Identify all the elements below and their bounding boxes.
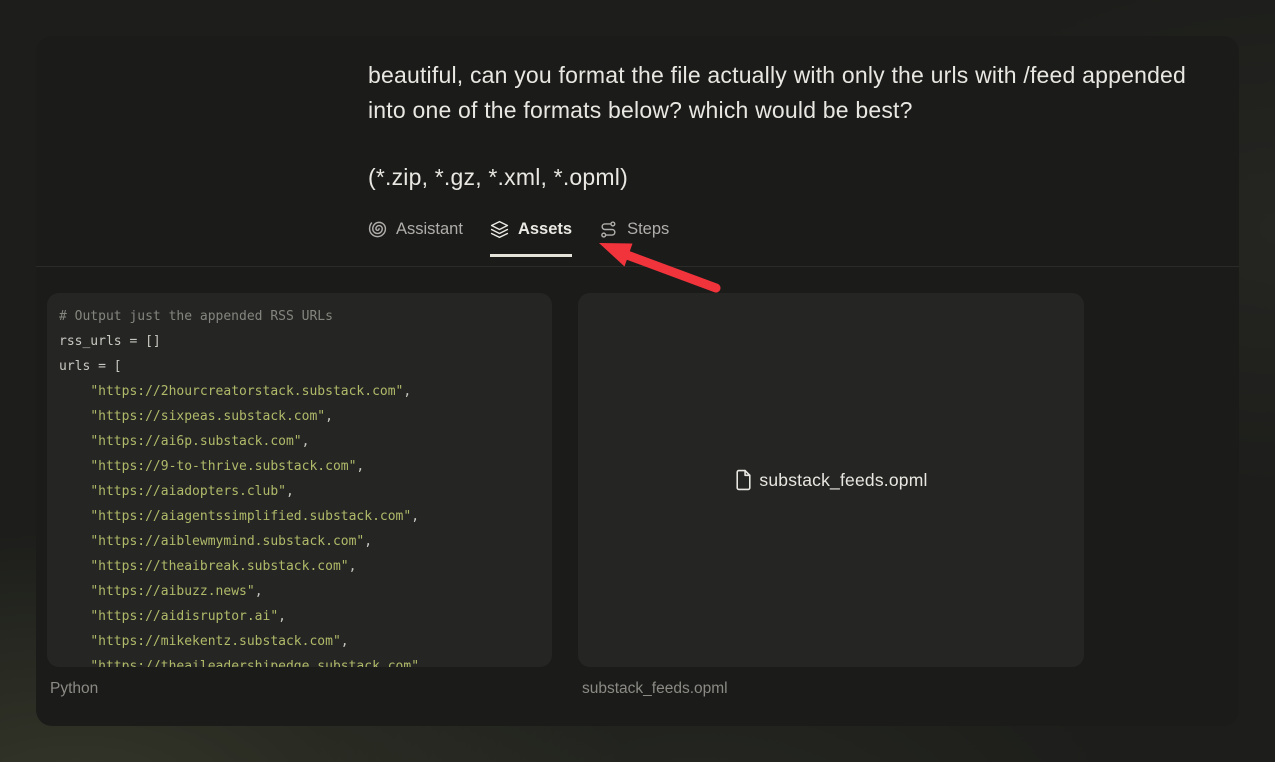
code-line: "https://2hourcreatorstack.substack.com"… [90, 384, 412, 399]
code-line: "https://sixpeas.substack.com", [90, 409, 333, 424]
user-message: beautiful, can you format the file actua… [368, 62, 1187, 123]
conversation-card: beautiful, can you format the file actua… [36, 36, 1239, 726]
tab-steps[interactable]: Steps [599, 220, 669, 257]
code-line: "https://ai6p.substack.com", [90, 434, 310, 449]
file-name: substack_feeds.opml [759, 469, 928, 490]
tab-label: Assets [517, 220, 573, 238]
code-line: "https://mikekentz.substack.com", [90, 634, 349, 649]
tab-divider [36, 266, 1239, 267]
code-line: "https://9-to-thrive.substack.com", [90, 459, 365, 474]
code-lines: # Output just the appended RSS URLs rss_u… [47, 293, 552, 667]
code-line: "https://aiadopters.club", [90, 484, 294, 499]
code-caption: Python [50, 680, 99, 697]
code-line: # Output just the appended RSS URLs [59, 309, 333, 324]
code-line: urls = [ [59, 359, 122, 374]
tab-label: Steps [627, 220, 670, 238]
route-icon [599, 220, 618, 239]
code-line: "https://aiblewmymind.substack.com", [90, 534, 373, 549]
tab-label: Assistant [396, 220, 463, 238]
code-line: "https://aibuzz.news", [90, 584, 263, 599]
tab-assets[interactable]: Assets [489, 220, 573, 257]
asset-file-panel[interactable]: substack_feeds.opml [578, 293, 1084, 667]
layers-icon [490, 220, 509, 239]
file-chip[interactable]: substack_feeds.opml [734, 469, 927, 491]
tab-bar: Assistant Assets Steps [368, 220, 669, 257]
asset-code-panel[interactable]: # Output just the appended RSS URLs rss_u… [47, 293, 552, 667]
formats-line: (*.zip, *.gz, *.xml, *.opml) [368, 164, 628, 190]
code-line: "https://theaileadershipedge.substack.co… [90, 659, 420, 667]
file-icon [734, 469, 753, 491]
code-line: "https://aidisruptor.ai", [90, 609, 286, 624]
code-line: "https://theaibreak.substack.com", [90, 559, 357, 574]
spiral-icon [368, 220, 387, 239]
file-caption: substack_feeds.opml [582, 680, 728, 697]
tab-assistant[interactable]: Assistant [368, 220, 463, 257]
code-line: rss_urls = [] [59, 334, 161, 349]
code-line: "https://aiagentssimplified.substack.com… [90, 509, 420, 524]
